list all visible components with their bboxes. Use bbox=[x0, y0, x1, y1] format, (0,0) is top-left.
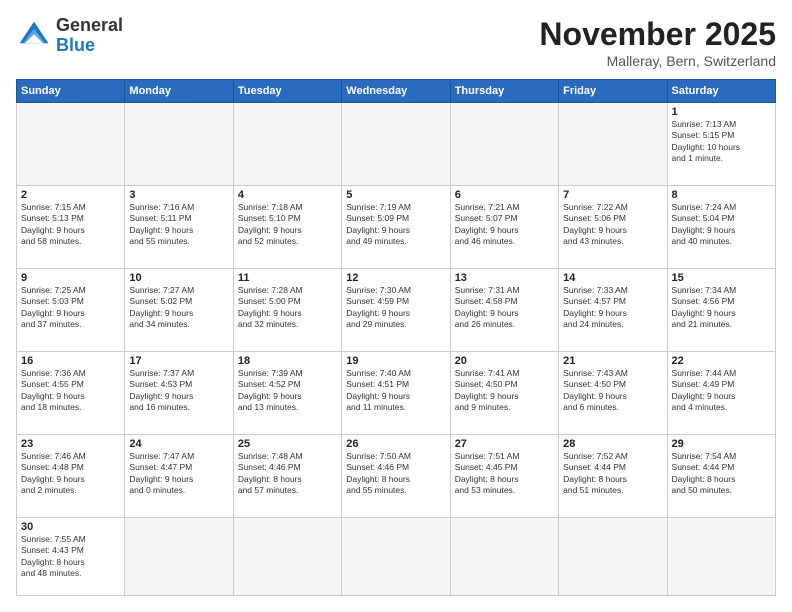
day-5: 5 Sunrise: 7:19 AMSunset: 5:09 PMDayligh… bbox=[342, 185, 450, 268]
empty-cell bbox=[125, 103, 233, 186]
table-row: 9 Sunrise: 7:25 AMSunset: 5:03 PMDayligh… bbox=[17, 268, 776, 351]
calendar: Sunday Monday Tuesday Wednesday Thursday… bbox=[16, 79, 776, 596]
empty-cell bbox=[667, 517, 775, 595]
day-9: 9 Sunrise: 7:25 AMSunset: 5:03 PMDayligh… bbox=[17, 268, 125, 351]
title-block: November 2025 Malleray, Bern, Switzerlan… bbox=[539, 16, 776, 69]
day-13: 13 Sunrise: 7:31 AMSunset: 4:58 PMDaylig… bbox=[450, 268, 558, 351]
empty-cell bbox=[559, 103, 667, 186]
table-row: 23 Sunrise: 7:46 AMSunset: 4:48 PMDaylig… bbox=[17, 434, 776, 517]
table-row: 16 Sunrise: 7:36 AMSunset: 4:55 PMDaylig… bbox=[17, 351, 776, 434]
table-row: 30 Sunrise: 7:55 AMSunset: 4:43 PMDaylig… bbox=[17, 517, 776, 595]
table-row: 2 Sunrise: 7:15 AMSunset: 5:13 PMDayligh… bbox=[17, 185, 776, 268]
day-8: 8 Sunrise: 7:24 AMSunset: 5:04 PMDayligh… bbox=[667, 185, 775, 268]
day-2: 2 Sunrise: 7:15 AMSunset: 5:13 PMDayligh… bbox=[17, 185, 125, 268]
day-19: 19 Sunrise: 7:40 AMSunset: 4:51 PMDaylig… bbox=[342, 351, 450, 434]
day-16: 16 Sunrise: 7:36 AMSunset: 4:55 PMDaylig… bbox=[17, 351, 125, 434]
header: General Blue November 2025 Malleray, Ber… bbox=[16, 16, 776, 69]
day-30: 30 Sunrise: 7:55 AMSunset: 4:43 PMDaylig… bbox=[17, 517, 125, 595]
empty-cell bbox=[233, 103, 341, 186]
empty-cell bbox=[233, 517, 341, 595]
empty-cell bbox=[450, 517, 558, 595]
logo-text: General Blue bbox=[56, 16, 123, 56]
day-6: 6 Sunrise: 7:21 AMSunset: 5:07 PMDayligh… bbox=[450, 185, 558, 268]
logo-icon bbox=[16, 18, 52, 54]
day-23: 23 Sunrise: 7:46 AMSunset: 4:48 PMDaylig… bbox=[17, 434, 125, 517]
header-thursday: Thursday bbox=[450, 80, 558, 103]
day-28: 28 Sunrise: 7:52 AMSunset: 4:44 PMDaylig… bbox=[559, 434, 667, 517]
header-tuesday: Tuesday bbox=[233, 80, 341, 103]
day-11: 11 Sunrise: 7:28 AMSunset: 5:00 PMDaylig… bbox=[233, 268, 341, 351]
page: General Blue November 2025 Malleray, Ber… bbox=[0, 0, 792, 612]
day-14: 14 Sunrise: 7:33 AMSunset: 4:57 PMDaylig… bbox=[559, 268, 667, 351]
empty-cell bbox=[17, 103, 125, 186]
day-22: 22 Sunrise: 7:44 AMSunset: 4:49 PMDaylig… bbox=[667, 351, 775, 434]
day-20: 20 Sunrise: 7:41 AMSunset: 4:50 PMDaylig… bbox=[450, 351, 558, 434]
header-wednesday: Wednesday bbox=[342, 80, 450, 103]
logo-general: General bbox=[56, 15, 123, 35]
table-row: 1 Sunrise: 7:13 AMSunset: 5:15 PMDayligh… bbox=[17, 103, 776, 186]
month-title: November 2025 bbox=[539, 16, 776, 53]
empty-cell bbox=[342, 103, 450, 186]
day-10: 10 Sunrise: 7:27 AMSunset: 5:02 PMDaylig… bbox=[125, 268, 233, 351]
day-12: 12 Sunrise: 7:30 AMSunset: 4:59 PMDaylig… bbox=[342, 268, 450, 351]
empty-cell bbox=[559, 517, 667, 595]
empty-cell bbox=[450, 103, 558, 186]
day-7: 7 Sunrise: 7:22 AMSunset: 5:06 PMDayligh… bbox=[559, 185, 667, 268]
day-18: 18 Sunrise: 7:39 AMSunset: 4:52 PMDaylig… bbox=[233, 351, 341, 434]
day-3: 3 Sunrise: 7:16 AMSunset: 5:11 PMDayligh… bbox=[125, 185, 233, 268]
day-1: 1 Sunrise: 7:13 AMSunset: 5:15 PMDayligh… bbox=[667, 103, 775, 186]
location: Malleray, Bern, Switzerland bbox=[539, 53, 776, 69]
day-4: 4 Sunrise: 7:18 AMSunset: 5:10 PMDayligh… bbox=[233, 185, 341, 268]
empty-cell bbox=[342, 517, 450, 595]
day-26: 26 Sunrise: 7:50 AMSunset: 4:46 PMDaylig… bbox=[342, 434, 450, 517]
empty-cell bbox=[125, 517, 233, 595]
header-sunday: Sunday bbox=[17, 80, 125, 103]
header-saturday: Saturday bbox=[667, 80, 775, 103]
day-27: 27 Sunrise: 7:51 AMSunset: 4:45 PMDaylig… bbox=[450, 434, 558, 517]
logo-blue: Blue bbox=[56, 35, 95, 55]
header-friday: Friday bbox=[559, 80, 667, 103]
day-17: 17 Sunrise: 7:37 AMSunset: 4:53 PMDaylig… bbox=[125, 351, 233, 434]
weekday-header-row: Sunday Monday Tuesday Wednesday Thursday… bbox=[17, 80, 776, 103]
header-monday: Monday bbox=[125, 80, 233, 103]
day-21: 21 Sunrise: 7:43 AMSunset: 4:50 PMDaylig… bbox=[559, 351, 667, 434]
day-29: 29 Sunrise: 7:54 AMSunset: 4:44 PMDaylig… bbox=[667, 434, 775, 517]
day-15: 15 Sunrise: 7:34 AMSunset: 4:56 PMDaylig… bbox=[667, 268, 775, 351]
day-25: 25 Sunrise: 7:48 AMSunset: 4:46 PMDaylig… bbox=[233, 434, 341, 517]
day-24: 24 Sunrise: 7:47 AMSunset: 4:47 PMDaylig… bbox=[125, 434, 233, 517]
logo: General Blue bbox=[16, 16, 123, 56]
